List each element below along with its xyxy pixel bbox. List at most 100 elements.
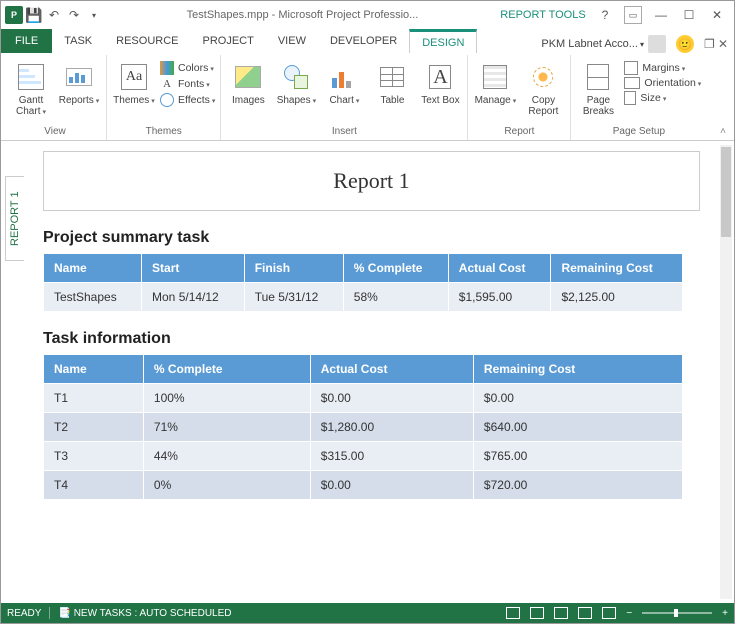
view-shortcut-1[interactable] bbox=[506, 607, 520, 619]
table-row[interactable]: T1100%$0.00$0.00 bbox=[44, 384, 683, 413]
feedback-smiley-icon[interactable]: 🙂 bbox=[676, 35, 694, 53]
zoom-out-button[interactable]: − bbox=[626, 608, 632, 619]
cell[interactable]: $2,125.00 bbox=[551, 283, 683, 312]
report-title[interactable]: Report 1 bbox=[43, 151, 700, 211]
cell[interactable]: $0.00 bbox=[310, 471, 473, 500]
save-button[interactable]: 💾 bbox=[25, 6, 43, 24]
title-bar: P 💾 ↶ ↷ ▾ TestShapes.mpp - Microsoft Pro… bbox=[1, 1, 734, 29]
cell[interactable]: $0.00 bbox=[473, 384, 682, 413]
effects-button[interactable]: Effects bbox=[160, 93, 215, 107]
redo-button[interactable]: ↷ bbox=[65, 6, 83, 24]
table-row[interactable]: T40%$0.00$720.00 bbox=[44, 471, 683, 500]
summary-table[interactable]: Name Start Finish % Complete Actual Cost… bbox=[43, 253, 683, 312]
window-close-icon[interactable]: ✕ bbox=[714, 37, 728, 51]
zoom-slider[interactable] bbox=[642, 612, 712, 614]
cell[interactable]: 58% bbox=[343, 283, 448, 312]
manage-icon bbox=[483, 65, 507, 89]
window-restore-icon[interactable]: ❐ bbox=[700, 37, 714, 51]
copy-report-icon bbox=[533, 67, 553, 87]
orientation-button[interactable]: Orientation bbox=[624, 77, 701, 89]
group-label-view: View bbox=[9, 123, 101, 140]
text-box-button[interactable]: AText Box bbox=[418, 59, 462, 106]
view-shortcut-2[interactable] bbox=[530, 607, 544, 619]
shapes-button[interactable]: Shapes bbox=[274, 59, 318, 106]
summary-header: Finish bbox=[244, 254, 343, 283]
page-breaks-button[interactable]: Page Breaks bbox=[576, 59, 620, 117]
themes-icon: Aa bbox=[121, 64, 147, 90]
tasks-header: Remaining Cost bbox=[473, 355, 682, 384]
app-icon: P bbox=[5, 6, 23, 24]
status-bar: READY 📑 NEW TASKS : AUTO SCHEDULED − + bbox=[1, 603, 734, 623]
status-new-tasks[interactable]: 📑 NEW TASKS : AUTO SCHEDULED bbox=[58, 608, 231, 619]
cell[interactable]: Mon 5/14/12 bbox=[142, 283, 245, 312]
orientation-icon bbox=[624, 77, 640, 89]
cell[interactable]: $640.00 bbox=[473, 413, 682, 442]
cell[interactable]: $720.00 bbox=[473, 471, 682, 500]
manage-button[interactable]: Manage bbox=[473, 59, 517, 106]
cell[interactable]: 71% bbox=[143, 413, 310, 442]
ribbon-display-options[interactable]: ▭ bbox=[624, 6, 642, 24]
tab-resource[interactable]: RESOURCE bbox=[104, 29, 190, 53]
tasks-table[interactable]: Name % Complete Actual Cost Remaining Co… bbox=[43, 354, 683, 500]
chart-button[interactable]: Chart bbox=[322, 59, 366, 106]
cell[interactable]: $315.00 bbox=[310, 442, 473, 471]
file-tab[interactable]: FILE bbox=[1, 29, 52, 53]
table-row[interactable]: T271%$1,280.00$640.00 bbox=[44, 413, 683, 442]
cell[interactable]: 100% bbox=[143, 384, 310, 413]
cell[interactable]: T2 bbox=[44, 413, 144, 442]
cell[interactable]: T4 bbox=[44, 471, 144, 500]
help-button[interactable]: ? bbox=[596, 6, 614, 24]
size-icon bbox=[624, 91, 636, 105]
cell[interactable]: $765.00 bbox=[473, 442, 682, 471]
reports-button[interactable]: Reports bbox=[57, 59, 101, 106]
tab-view[interactable]: VIEW bbox=[266, 29, 318, 53]
summary-header: % Complete bbox=[343, 254, 448, 283]
ribbon-group-insert: Images Shapes Chart Table AText Box Inse… bbox=[221, 55, 468, 140]
tab-developer[interactable]: DEVELOPER bbox=[318, 29, 409, 53]
account-menu[interactable]: PKM Labnet Acco...▾ bbox=[529, 35, 670, 53]
cell[interactable]: $0.00 bbox=[310, 384, 473, 413]
fonts-button[interactable]: AFonts bbox=[160, 77, 215, 91]
zoom-in-button[interactable]: + bbox=[722, 608, 728, 619]
margins-button[interactable]: Margins bbox=[624, 61, 701, 75]
undo-button[interactable]: ↶ bbox=[45, 6, 63, 24]
tab-project[interactable]: PROJECT bbox=[191, 29, 266, 53]
fonts-icon: A bbox=[160, 77, 174, 91]
cell[interactable]: T3 bbox=[44, 442, 144, 471]
tab-task[interactable]: TASK bbox=[52, 29, 104, 53]
minimize-button[interactable]: — bbox=[652, 6, 670, 24]
image-icon bbox=[235, 66, 261, 88]
colors-icon bbox=[160, 61, 174, 75]
cell[interactable]: 0% bbox=[143, 471, 310, 500]
vertical-scrollbar[interactable] bbox=[720, 145, 732, 599]
scrollbar-thumb[interactable] bbox=[721, 147, 731, 237]
qat-customize[interactable]: ▾ bbox=[85, 6, 103, 24]
size-button[interactable]: Size bbox=[624, 91, 701, 105]
cell[interactable]: TestShapes bbox=[44, 283, 142, 312]
reports-icon bbox=[66, 68, 92, 86]
maximize-button[interactable]: ☐ bbox=[680, 6, 698, 24]
copy-report-button[interactable]: Copy Report bbox=[521, 59, 565, 117]
collapse-ribbon-icon[interactable]: ˄ bbox=[720, 126, 726, 137]
table-row[interactable]: TestShapes Mon 5/14/12 Tue 5/31/12 58% $… bbox=[44, 283, 683, 312]
gantt-chart-button[interactable]: Gantt Chart bbox=[9, 59, 53, 117]
view-shortcut-5[interactable] bbox=[602, 607, 616, 619]
close-button[interactable]: ✕ bbox=[708, 6, 726, 24]
view-shortcut-4[interactable] bbox=[578, 607, 592, 619]
images-button[interactable]: Images bbox=[226, 59, 270, 106]
cell[interactable]: T1 bbox=[44, 384, 144, 413]
cell[interactable]: $1,280.00 bbox=[310, 413, 473, 442]
ribbon-group-report: Manage Copy Report Report bbox=[468, 55, 571, 140]
table-button[interactable]: Table bbox=[370, 59, 414, 106]
themes-button[interactable]: Aa Themes bbox=[112, 59, 156, 106]
cell[interactable]: $1,595.00 bbox=[448, 283, 551, 312]
summary-header: Remaining Cost bbox=[551, 254, 683, 283]
ribbon: Gantt Chart Reports View Aa Themes Color… bbox=[1, 53, 734, 141]
table-row[interactable]: T344%$315.00$765.00 bbox=[44, 442, 683, 471]
view-shortcut-3[interactable] bbox=[554, 607, 568, 619]
cell[interactable]: Tue 5/31/12 bbox=[244, 283, 343, 312]
colors-button[interactable]: Colors bbox=[160, 61, 215, 75]
cell[interactable]: 44% bbox=[143, 442, 310, 471]
tab-design[interactable]: DESIGN bbox=[409, 29, 477, 53]
side-tab-report[interactable]: REPORT 1 bbox=[5, 176, 24, 261]
